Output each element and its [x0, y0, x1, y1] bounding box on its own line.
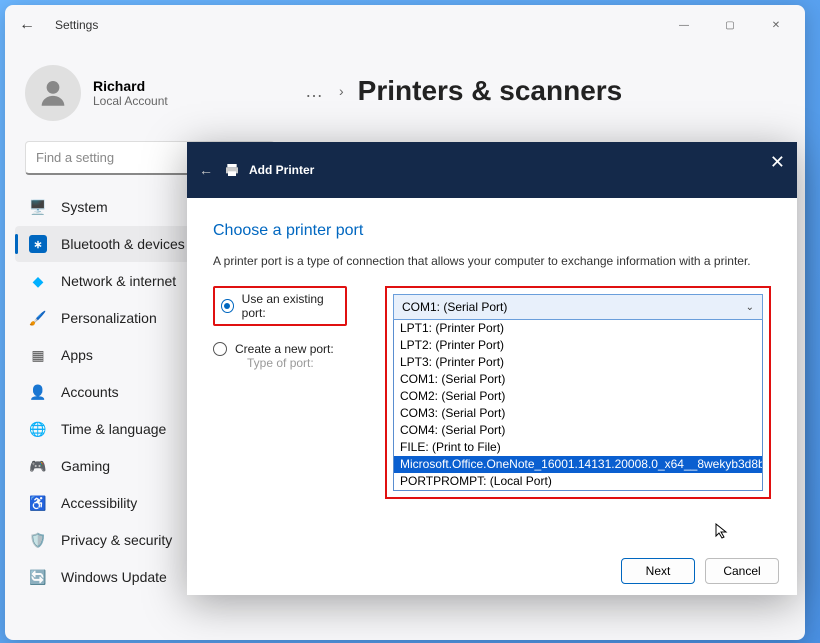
titlebar: ← Settings — ▢ ✕: [5, 5, 805, 45]
port-dropdown-selected[interactable]: COM1: (Serial Port) ⌄: [393, 294, 763, 320]
nav-icon: 🖌️: [29, 309, 47, 327]
dialog-back-icon[interactable]: ←: [199, 162, 213, 178]
port-option[interactable]: COM4: (Serial Port): [394, 422, 762, 439]
user-section[interactable]: Richard Local Account: [15, 55, 285, 141]
nav-icon: 🌐: [29, 420, 47, 438]
cursor-icon: [715, 523, 731, 542]
nav-item-label: Network & internet: [61, 273, 176, 289]
radio-checked-icon: [221, 299, 234, 313]
cancel-button[interactable]: Cancel: [705, 558, 779, 584]
user-subtitle: Local Account: [93, 94, 168, 108]
nav-item-label: Privacy & security: [61, 532, 172, 548]
dialog-description: A printer port is a type of connection t…: [213, 254, 771, 268]
nav-item-label: Time & language: [61, 421, 166, 437]
user-name: Richard: [93, 78, 168, 94]
dialog-titlebar: ← Add Printer ✕: [187, 142, 797, 198]
nav-item-label: Windows Update: [61, 569, 167, 585]
nav-icon: ∗: [29, 235, 47, 253]
window-title: Settings: [55, 18, 98, 32]
port-dropdown[interactable]: COM1: (Serial Port) ⌄ LPT1: (Printer Por…: [393, 294, 763, 491]
nav-item-label: Accounts: [61, 384, 119, 400]
maximize-button[interactable]: ▢: [707, 9, 753, 41]
next-button[interactable]: Next: [621, 558, 695, 584]
nav-item-label: Apps: [61, 347, 93, 363]
window-controls: — ▢ ✕: [661, 9, 799, 41]
port-selected-value: COM1: (Serial Port): [402, 300, 507, 314]
radio-create-new-port[interactable]: Create a new port:: [213, 342, 347, 356]
port-option[interactable]: FILE: (Print to File): [394, 439, 762, 456]
radio-unchecked-icon: [213, 342, 227, 356]
breadcrumb-dots-icon[interactable]: …: [305, 81, 325, 102]
nav-item-label: Gaming: [61, 458, 110, 474]
avatar: [25, 65, 81, 121]
port-option[interactable]: PORTPROMPT: (Local Port): [394, 473, 762, 490]
minimize-button[interactable]: —: [661, 9, 707, 41]
port-option[interactable]: LPT1: (Printer Port): [394, 320, 762, 337]
nav-item-label: Accessibility: [61, 495, 137, 511]
nav-icon: 🔄: [29, 568, 47, 586]
radio-new-label: Create a new port:: [235, 342, 334, 356]
nav-icon: ▦: [29, 346, 47, 364]
type-of-port-label: Type of port:: [247, 356, 347, 370]
dialog-title: Add Printer: [249, 163, 314, 177]
nav-item-label: System: [61, 199, 108, 215]
nav-icon: 🛡️: [29, 531, 47, 549]
breadcrumb: … › Printers & scanners: [305, 75, 765, 107]
nav-icon: ♿: [29, 494, 47, 512]
dialog-heading: Choose a printer port: [213, 222, 771, 240]
port-option[interactable]: LPT3: (Printer Port): [394, 354, 762, 371]
radio-existing-label: Use an existing port:: [242, 292, 339, 320]
port-option[interactable]: COM2: (Serial Port): [394, 388, 762, 405]
nav-icon: 👤: [29, 383, 47, 401]
port-option[interactable]: LPT2: (Printer Port): [394, 337, 762, 354]
back-arrow-icon[interactable]: ←: [19, 16, 35, 34]
close-button[interactable]: ✕: [753, 9, 799, 41]
port-option[interactable]: COM1: (Serial Port): [394, 371, 762, 388]
nav-icon: 🖥️: [29, 198, 47, 216]
printer-icon: [223, 162, 241, 178]
nav-item-label: Bluetooth & devices: [61, 236, 185, 252]
nav-icon: 🎮: [29, 457, 47, 475]
chevron-right-icon: ›: [339, 83, 344, 99]
port-option[interactable]: COM3: (Serial Port): [394, 405, 762, 422]
dialog-footer: Next Cancel: [603, 547, 797, 595]
page-title: Printers & scanners: [358, 75, 623, 107]
radio-use-existing-port[interactable]: Use an existing port:: [221, 292, 339, 320]
nav-icon: ◆: [29, 272, 47, 290]
nav-item-label: Personalization: [61, 310, 157, 326]
add-printer-dialog: ← Add Printer ✕ Choose a printer port A …: [187, 142, 797, 595]
dialog-close-icon[interactable]: ✕: [770, 152, 785, 173]
port-dropdown-list: LPT1: (Printer Port)LPT2: (Printer Port)…: [393, 320, 763, 491]
search-placeholder: Find a setting: [36, 150, 114, 165]
port-option[interactable]: Microsoft.Office.OneNote_16001.14131.200…: [394, 456, 762, 473]
chevron-down-icon: ⌄: [746, 302, 754, 313]
